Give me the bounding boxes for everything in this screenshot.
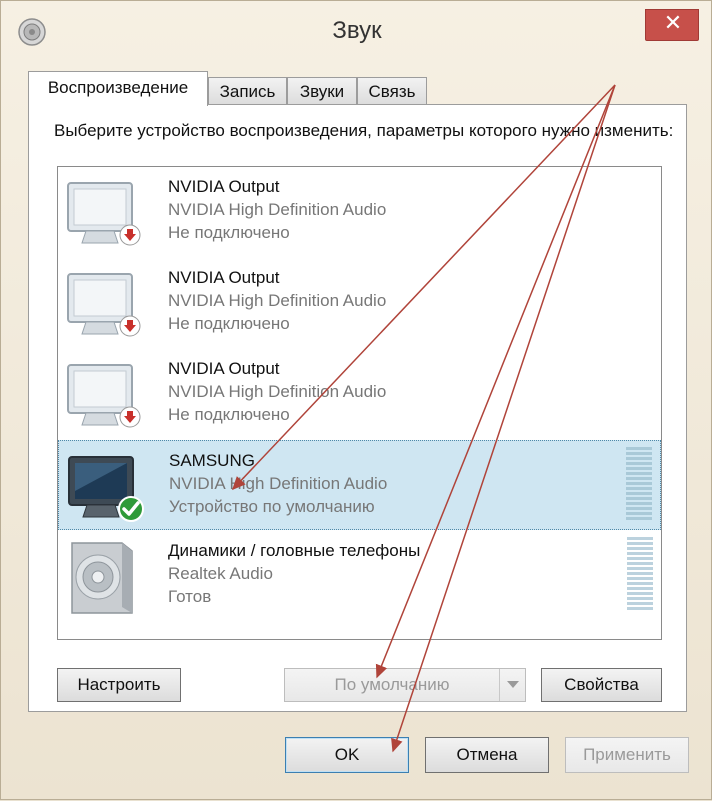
device-status: Готов (168, 587, 212, 606)
properties-button[interactable]: Свойства (541, 668, 662, 702)
sound-dialog: Звук ✕ Воспроизведение Запись Звуки Связ… (0, 0, 712, 800)
device-driver: Realtek Audio (168, 564, 273, 583)
monitor-disconnected-icon (67, 273, 141, 337)
apply-button-label: Применить (583, 745, 671, 764)
cancel-button[interactable]: Отмена (425, 737, 549, 773)
title-bar: Звук ✕ (1, 1, 712, 65)
device-driver: NVIDIA High Definition Audio (168, 200, 387, 219)
speaker-icon (71, 542, 133, 614)
instruction-text: Выберите устройство воспроизведения, пар… (54, 121, 674, 140)
device-status: Не подключено (168, 223, 290, 242)
volume-level-meter (626, 447, 652, 525)
volume-level-meter (627, 537, 653, 615)
tab-communications[interactable]: Связь (357, 77, 427, 105)
device-name: NVIDIA Output (168, 268, 280, 287)
tab-recording[interactable]: Запись (208, 77, 287, 105)
tab-sounds[interactable]: Звуки (287, 77, 357, 105)
window-title: Звук (332, 17, 382, 44)
monitor-default-icon (68, 456, 144, 522)
set-default-button[interactable]: По умолчанию (284, 668, 526, 702)
device-item[interactable]: NVIDIA Output NVIDIA High Definition Aud… (58, 349, 661, 439)
device-name: SAMSUNG (169, 451, 255, 470)
monitor-disconnected-icon (67, 364, 141, 428)
chevron-down-icon (507, 681, 519, 688)
ok-button-label: OK (334, 745, 360, 764)
device-name: NVIDIA Output (168, 359, 280, 378)
close-button[interactable]: ✕ (645, 9, 699, 41)
device-item[interactable]: NVIDIA Output NVIDIA High Definition Aud… (58, 258, 661, 348)
device-status: Устройство по умолчанию (169, 497, 375, 516)
device-status: Не подключено (168, 314, 290, 333)
device-item-selected[interactable]: SAMSUNG NVIDIA High Definition Audio Уст… (58, 440, 661, 530)
configure-button[interactable]: Настроить (57, 668, 181, 702)
playback-panel: Выберите устройство воспроизведения, пар… (28, 104, 687, 712)
device-driver: NVIDIA High Definition Audio (169, 474, 388, 493)
device-name: NVIDIA Output (168, 177, 280, 196)
ok-button[interactable]: OK (285, 737, 409, 773)
device-name: Динамики / головные телефоны (168, 541, 421, 560)
set-default-button-label: По умолчанию (334, 675, 450, 694)
apply-button[interactable]: Применить (565, 737, 689, 773)
device-item[interactable]: Динамики / головные телефоны Realtek Aud… (58, 531, 661, 621)
device-list[interactable]: NVIDIA Output NVIDIA High Definition Aud… (57, 166, 662, 640)
tab-playback[interactable]: Воспроизведение (28, 71, 208, 106)
device-status: Не подключено (168, 405, 290, 424)
close-icon: ✕ (663, 11, 683, 36)
monitor-disconnected-icon (67, 182, 141, 246)
cancel-button-label: Отмена (456, 745, 518, 764)
device-driver: NVIDIA High Definition Audio (168, 382, 387, 401)
properties-button-label: Свойства (564, 675, 639, 694)
set-default-dropdown-arrow[interactable] (499, 669, 525, 701)
device-item[interactable]: NVIDIA Output NVIDIA High Definition Aud… (58, 167, 661, 257)
device-driver: NVIDIA High Definition Audio (168, 291, 387, 310)
configure-button-label: Настроить (77, 675, 161, 694)
